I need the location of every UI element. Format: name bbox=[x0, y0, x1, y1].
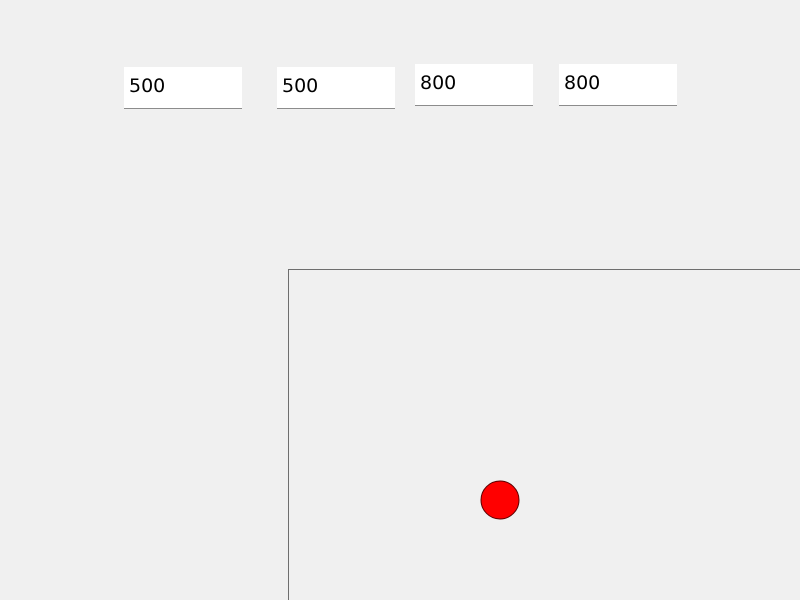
red-ball bbox=[480, 480, 520, 520]
value-field-2[interactable] bbox=[277, 67, 395, 109]
value-field-3[interactable] bbox=[415, 64, 533, 106]
canvas-drawing bbox=[480, 480, 520, 520]
app-window bbox=[0, 0, 800, 600]
value-field-1[interactable] bbox=[124, 67, 242, 109]
value-field-4[interactable] bbox=[559, 64, 677, 106]
drawing-canvas[interactable] bbox=[288, 269, 800, 600]
